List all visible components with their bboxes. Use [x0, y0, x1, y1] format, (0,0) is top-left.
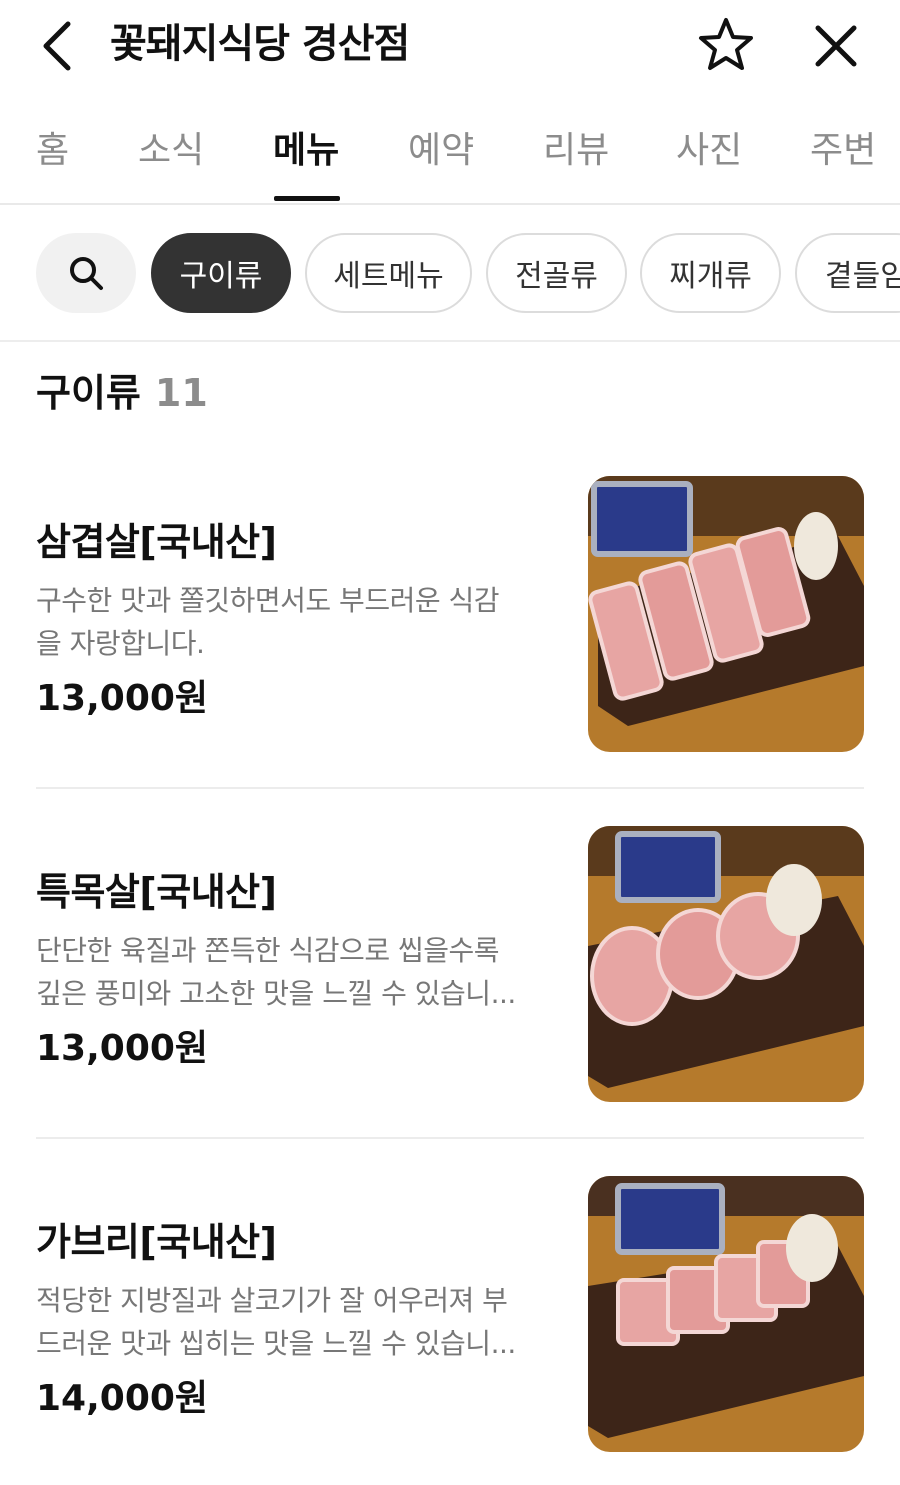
menu-item-description-line: 깊은 풍미와 고소한 맛을 느낄 수 있습니... [36, 977, 516, 1010]
category-filter-bar: 구이류 세트메뉴 전골류 찌개류 곁들임 [0, 205, 900, 342]
menu-item-name: 특목살[국내산] [36, 870, 277, 914]
menu-item-name: 가브리[국내산] [36, 1220, 277, 1264]
menu-item-description: 구수한 맛과 쫄깃하면서도 부드러운 식감 을 자랑합니다. [36, 579, 536, 665]
star-outline-icon[interactable] [696, 16, 756, 74]
menu-item-description-line: 을 자랑합니다. [36, 627, 205, 660]
tab-menu[interactable]: 메뉴 [273, 126, 339, 176]
tab-photos[interactable]: 사진 [676, 126, 742, 176]
menu-item-name: 삼겹살[국내산] [36, 520, 277, 564]
menu-item-description: 단단한 육질과 쫀득한 식감으로 씹을수록 깊은 풍미와 고소한 맛을 느낄 수… [36, 929, 536, 1015]
menu-item-price: 13,000원 [36, 1028, 209, 1069]
tab-reviews[interactable]: 리뷰 [543, 126, 609, 176]
section-title: 구이류 11 [36, 368, 208, 418]
menu-item-description-line: 드러운 맛과 씹히는 맛을 느낄 수 있습니... [36, 1327, 516, 1360]
active-tab-indicator [274, 196, 340, 201]
page-title: 꽃돼지식당 경산점 [110, 21, 410, 67]
menu-item-description-line: 단단한 육질과 쫀득한 식감으로 씹을수록 [36, 934, 500, 967]
chip-stew[interactable]: 찌개류 [640, 233, 781, 313]
menu-item-description-line: 적당한 지방질과 살코기가 잘 어우러져 부 [36, 1284, 508, 1317]
close-icon[interactable] [808, 18, 864, 74]
section-count: 11 [154, 371, 208, 415]
tab-bar: 홈 소식 메뉴 예약 리뷰 사진 주변 [0, 106, 900, 205]
menu-item-description-line: 구수한 맛과 쫄깃하면서도 부드러운 식감 [36, 584, 500, 617]
menu-item-photo[interactable] [588, 826, 864, 1102]
menu-item-divider [36, 787, 864, 789]
menu-item-photo[interactable] [588, 1176, 864, 1452]
chip-side-dishes[interactable]: 곁들임 [795, 233, 900, 313]
section-name: 구이류 [36, 371, 141, 415]
menu-item-photo[interactable] [588, 476, 864, 752]
menu-item-description: 적당한 지방질과 살코기가 잘 어우러져 부 드러운 맛과 씹히는 맛을 느낄 … [36, 1279, 536, 1365]
chevron-left-icon[interactable] [36, 20, 84, 72]
search-icon [70, 257, 103, 290]
chip-set-menu[interactable]: 세트메뉴 [305, 233, 472, 313]
menu-search-button[interactable] [36, 233, 136, 313]
chip-hotpot[interactable]: 전골류 [486, 233, 627, 313]
tab-news[interactable]: 소식 [138, 126, 204, 176]
tab-home[interactable]: 홈 [36, 126, 69, 176]
menu-item-gabeuri[interactable]: 가브리[국내산] 적당한 지방질과 살코기가 잘 어우러져 부 드러운 맛과 씹… [36, 1176, 864, 1452]
tab-nearby[interactable]: 주변 [810, 126, 876, 176]
menu-item-price: 13,000원 [36, 678, 209, 719]
menu-item-samgyeopsal[interactable]: 삼겹살[국내산] 구수한 맛과 쫄깃하면서도 부드러운 식감 을 자랑합니다. … [36, 476, 864, 752]
menu-item-divider [36, 1137, 864, 1139]
tab-reservation[interactable]: 예약 [408, 126, 474, 176]
menu-item-special-moksal[interactable]: 특목살[국내산] 단단한 육질과 쫀득한 식감으로 씹을수록 깊은 풍미와 고소… [36, 826, 864, 1102]
top-app-bar: 꽃돼지식당 경산점 [0, 0, 900, 95]
chip-grilled[interactable]: 구이류 [151, 233, 291, 313]
menu-item-price: 14,000원 [36, 1378, 209, 1419]
